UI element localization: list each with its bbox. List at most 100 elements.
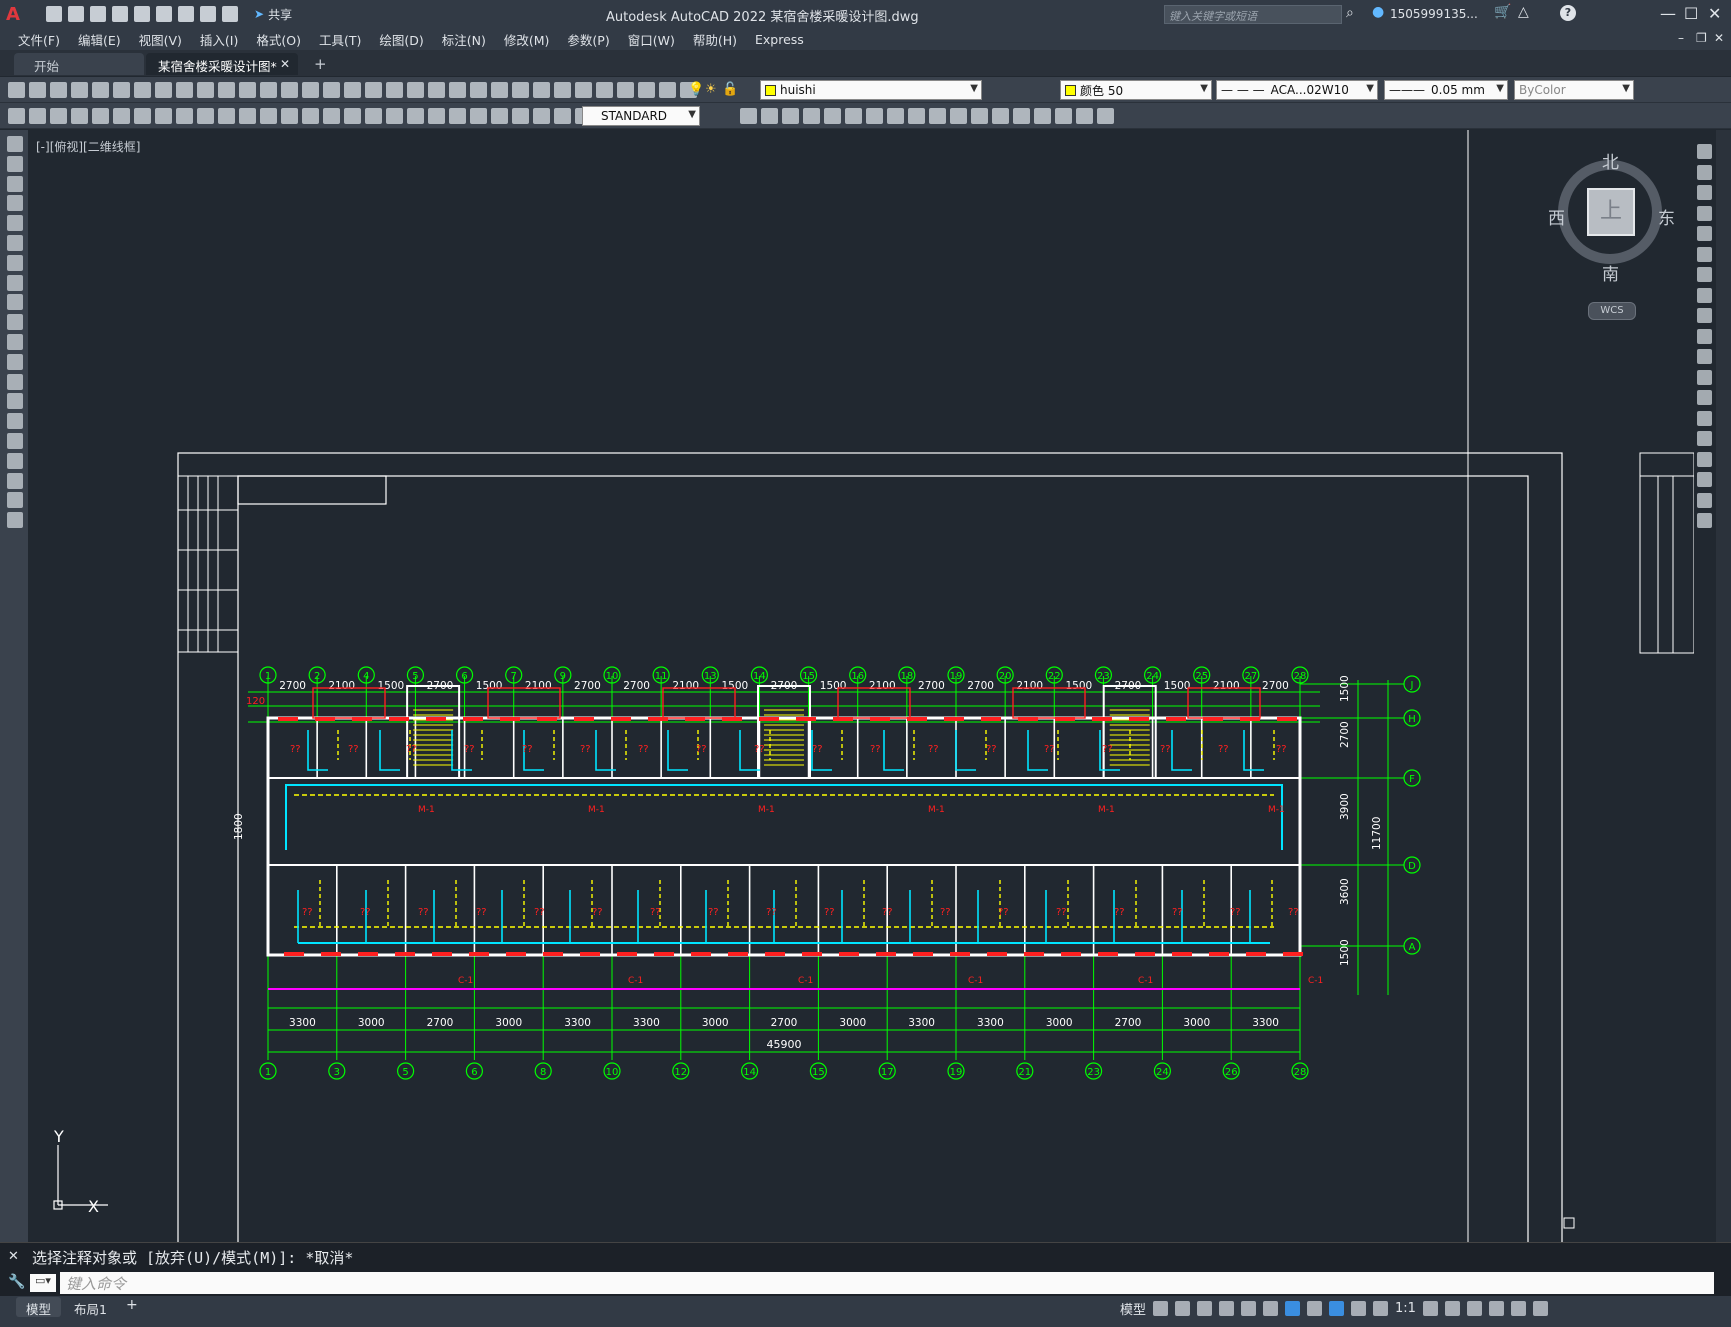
layer-freeze-icon[interactable]: ☀ [705, 82, 719, 97]
dimension-tool-icon[interactable] [260, 108, 277, 124]
toolbar-tool-icon[interactable] [281, 82, 298, 98]
dimension-tool-icon[interactable] [407, 108, 424, 124]
wrench-icon[interactable]: 🔧 [8, 1274, 25, 1290]
toolbar-tool-icon[interactable] [50, 82, 67, 98]
modify-tool-icon[interactable] [887, 108, 904, 124]
modify-tool-icon[interactable] [845, 108, 862, 124]
modify-tool-icon[interactable] [1697, 513, 1712, 528]
toolbar-tool-icon[interactable] [218, 82, 235, 98]
modify-tool-icon[interactable] [1697, 205, 1712, 221]
new-icon[interactable] [46, 6, 62, 22]
modify-tool-icon[interactable] [1076, 108, 1093, 124]
doc-restore-icon[interactable]: ❐ [1696, 31, 1707, 45]
draw-tool-icon[interactable] [7, 175, 23, 192]
search-input[interactable]: 键入关键字或短语 [1164, 5, 1342, 24]
modify-tool-icon[interactable] [1697, 410, 1712, 426]
toolbar-tool-icon[interactable] [239, 82, 256, 98]
new-tab-button[interactable]: + [314, 55, 327, 73]
layer-on-icon[interactable]: 💡 [688, 82, 704, 97]
draw-tool-icon[interactable] [7, 373, 23, 390]
modify-tool-icon[interactable] [1697, 185, 1712, 200]
dimension-tool-icon[interactable] [386, 108, 403, 124]
modify-tool-icon[interactable] [740, 108, 757, 124]
menu-item[interactable]: 窗口(W) [628, 30, 675, 49]
menu-item[interactable]: 修改(M) [504, 30, 550, 49]
draw-tool-icon[interactable] [7, 433, 23, 449]
open-icon[interactable] [68, 6, 84, 22]
hardware-acceleration-icon[interactable] [1488, 1301, 1504, 1316]
dimension-tool-icon[interactable] [428, 108, 445, 124]
modify-tool-icon[interactable] [1697, 328, 1712, 344]
search-icon[interactable]: ⌕ [1346, 5, 1354, 21]
cart-icon[interactable]: 🛒 [1494, 4, 1511, 20]
user-name[interactable]: 1505999135... [1390, 7, 1478, 21]
modify-tool-icon[interactable] [992, 108, 1009, 124]
restore-button[interactable]: ☐ [1684, 4, 1698, 23]
close-icon[interactable]: ✕ [8, 1249, 19, 1264]
viewport-controls[interactable]: [-][俯视][二维线框] [36, 138, 140, 155]
draw-tool-icon[interactable] [7, 195, 23, 212]
layer-dropdown[interactable]: huishi ▼ [760, 80, 982, 100]
toolbar-tool-icon[interactable] [617, 82, 634, 98]
toolbar-tool-icon[interactable] [92, 82, 109, 98]
menu-item[interactable]: 格式(O) [256, 30, 301, 49]
plus-icon[interactable] [1444, 1301, 1460, 1316]
menu-item[interactable]: 文件(F) [18, 30, 60, 49]
modify-tool-icon[interactable] [1697, 144, 1712, 159]
modify-tool-icon[interactable] [1697, 308, 1712, 323]
tab-start[interactable]: 开始 [14, 53, 144, 75]
compass-east[interactable]: 东 [1658, 204, 1675, 229]
compass-south[interactable]: 南 [1602, 260, 1619, 285]
toolbar-tool-icon[interactable] [512, 82, 529, 98]
modify-tool-icon[interactable] [1055, 108, 1072, 124]
modify-tool-icon[interactable] [1697, 287, 1712, 303]
toolbar-tool-icon[interactable] [659, 82, 676, 98]
dimension-tool-icon[interactable] [554, 108, 571, 124]
draw-tool-icon[interactable] [7, 492, 23, 509]
add-layout-button[interactable]: + [126, 1297, 138, 1313]
modify-tool-icon[interactable] [782, 108, 799, 124]
modify-tool-icon[interactable] [1697, 349, 1712, 364]
toolbar-tool-icon[interactable] [428, 82, 445, 98]
toolbar-tool-icon[interactable] [554, 82, 571, 98]
modify-tool-icon[interactable] [1034, 108, 1051, 124]
toolbar-tool-icon[interactable] [449, 82, 466, 98]
command-input[interactable]: 键入命令 [60, 1272, 1714, 1294]
menu-item[interactable]: Express [755, 32, 804, 47]
menu-item[interactable]: 帮助(H) [693, 30, 737, 49]
plot-icon[interactable] [178, 6, 194, 22]
osnap-icon[interactable] [1285, 1301, 1301, 1316]
modify-tool-icon[interactable] [971, 108, 988, 124]
compass-north[interactable]: 北 [1602, 148, 1619, 173]
menu-item[interactable]: 参数(P) [567, 30, 609, 49]
lineweight-icon[interactable] [1307, 1301, 1323, 1316]
close-button[interactable]: ✕ [1708, 4, 1721, 23]
draw-tool-icon[interactable] [7, 314, 23, 331]
isolate-objects-icon[interactable] [1466, 1301, 1482, 1316]
dimension-tool-icon[interactable] [113, 108, 130, 124]
modify-tool-icon[interactable] [1697, 164, 1712, 180]
draw-tool-icon[interactable] [7, 254, 23, 271]
wcs-menu[interactable]: WCS [1588, 302, 1636, 320]
dimension-tool-icon[interactable] [8, 108, 25, 124]
compass-west[interactable]: 西 [1548, 204, 1565, 229]
toolbar-tool-icon[interactable] [365, 82, 382, 98]
draw-tool-icon[interactable] [7, 155, 23, 172]
redo-icon[interactable] [222, 6, 238, 22]
toolbar-tool-icon[interactable] [8, 82, 25, 98]
draw-tool-icon[interactable] [7, 353, 23, 370]
toolbar-tool-icon[interactable] [323, 82, 340, 98]
customize-menu-icon[interactable] [1532, 1301, 1548, 1316]
dimension-tool-icon[interactable] [50, 108, 67, 124]
color-dropdown[interactable]: 颜色 50 ▼ [1060, 80, 1212, 100]
save-as-icon[interactable] [112, 6, 128, 22]
toolbar-tool-icon[interactable] [386, 82, 403, 98]
toolbar-tool-icon[interactable] [113, 82, 130, 98]
dimension-tool-icon[interactable] [176, 108, 193, 124]
modify-tool-icon[interactable] [1697, 246, 1712, 262]
modify-tool-icon[interactable] [1697, 472, 1712, 487]
toolbar-tool-icon[interactable] [533, 82, 550, 98]
snap-icon[interactable] [1175, 1301, 1191, 1316]
modify-tool-icon[interactable] [1697, 492, 1712, 508]
dimension-tool-icon[interactable] [281, 108, 298, 124]
